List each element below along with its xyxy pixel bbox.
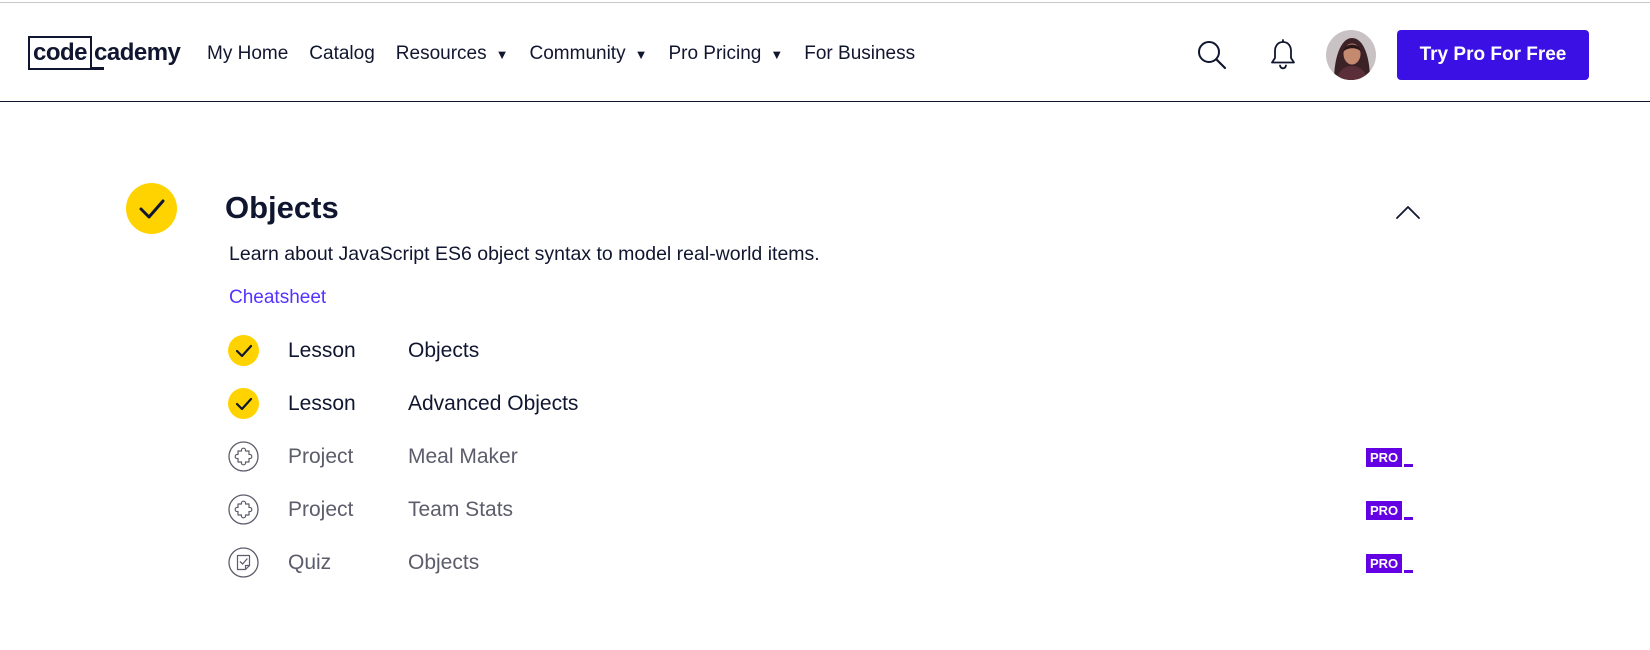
caret-down-icon: ▼ <box>634 46 648 62</box>
bell-icon <box>1271 39 1295 70</box>
user-avatar[interactable] <box>1326 30 1376 80</box>
pro-badge-cursor <box>1404 464 1414 467</box>
nav-label: My Home <box>207 43 289 64</box>
module-description: Learn about JavaScript ES6 object syntax… <box>229 243 820 265</box>
item-name: Objects <box>408 339 480 362</box>
main-nav: My Home Catalog Resources ▼ Community ▼ Pr… <box>207 36 936 72</box>
list-item[interactable]: Project Meal Maker PRO <box>228 432 1418 485</box>
notifications-button[interactable] <box>1269 39 1297 71</box>
nav-pro-pricing[interactable]: Pro Pricing ▼ <box>668 43 783 65</box>
item-type: Project <box>288 498 354 521</box>
list-item[interactable]: Quiz Objects PRO <box>228 538 1418 591</box>
site-header: code cademy My Home Catalog Resources ▼ C… <box>0 3 1650 102</box>
pro-badge-cursor <box>1404 517 1414 520</box>
nav-community[interactable]: Community ▼ <box>530 43 648 65</box>
pro-badge: PRO <box>1366 448 1414 467</box>
module-title: Objects <box>225 190 339 225</box>
nav-label: Community <box>529 43 626 64</box>
nav-label: For Business <box>804 43 916 64</box>
item-name: Advanced Objects <box>408 392 579 415</box>
caret-down-icon: ▼ <box>770 46 784 62</box>
puzzle-icon <box>228 494 259 525</box>
nav-resources[interactable]: Resources ▼ <box>396 43 509 65</box>
codecademy-logo[interactable]: code cademy <box>28 35 181 71</box>
list-item[interactable]: Lesson Objects <box>228 326 1418 379</box>
checkmark-icon <box>139 199 164 218</box>
completed-check-icon <box>228 388 259 419</box>
module-complete-badge <box>126 183 177 234</box>
item-type: Lesson <box>288 392 356 415</box>
try-pro-button[interactable]: Try Pro For Free <box>1397 30 1589 80</box>
logo-boxed-text: code <box>28 36 93 70</box>
nav-label: Resources <box>395 43 487 64</box>
logo-rest-text: cademy <box>94 39 181 66</box>
item-name: Team Stats <box>408 498 514 521</box>
nav-for-business[interactable]: For Business <box>804 43 915 65</box>
list-item[interactable]: Lesson Advanced Objects <box>228 379 1418 432</box>
module-items-list: Lesson Objects Lesson Advanced Objects P… <box>228 326 1418 591</box>
item-name: Objects <box>408 551 480 574</box>
chevron-up-icon <box>1396 206 1420 219</box>
item-name: Meal Maker <box>408 445 518 468</box>
item-type: Quiz <box>288 551 332 574</box>
item-type: Lesson <box>288 339 356 362</box>
nav-catalog[interactable]: Catalog <box>309 43 375 65</box>
nav-my-home[interactable]: My Home <box>207 43 288 65</box>
avatar-image <box>1326 30 1376 80</box>
quiz-icon <box>228 547 259 578</box>
nav-label: Pro Pricing <box>668 43 762 64</box>
item-type: Project <box>288 445 354 468</box>
search-button[interactable] <box>1196 39 1228 71</box>
collapse-module-button[interactable] <box>1395 204 1421 220</box>
puzzle-icon <box>228 441 259 472</box>
search-icon <box>1198 41 1227 70</box>
pro-badge: PRO <box>1366 554 1414 573</box>
pro-badge-label: PRO <box>1366 448 1403 467</box>
pro-badge-cursor <box>1404 570 1414 573</box>
caret-down-icon: ▼ <box>495 46 509 62</box>
cheatsheet-link[interactable]: Cheatsheet <box>229 287 326 309</box>
logo-cursor <box>92 67 105 70</box>
completed-check-icon <box>228 335 259 366</box>
pro-badge-label: PRO <box>1366 554 1403 573</box>
pro-badge: PRO <box>1366 501 1414 520</box>
list-item[interactable]: Project Team Stats PRO <box>228 485 1418 538</box>
logo-text: cademy <box>92 39 181 70</box>
pro-badge-label: PRO <box>1366 501 1403 520</box>
nav-label: Catalog <box>309 43 375 64</box>
